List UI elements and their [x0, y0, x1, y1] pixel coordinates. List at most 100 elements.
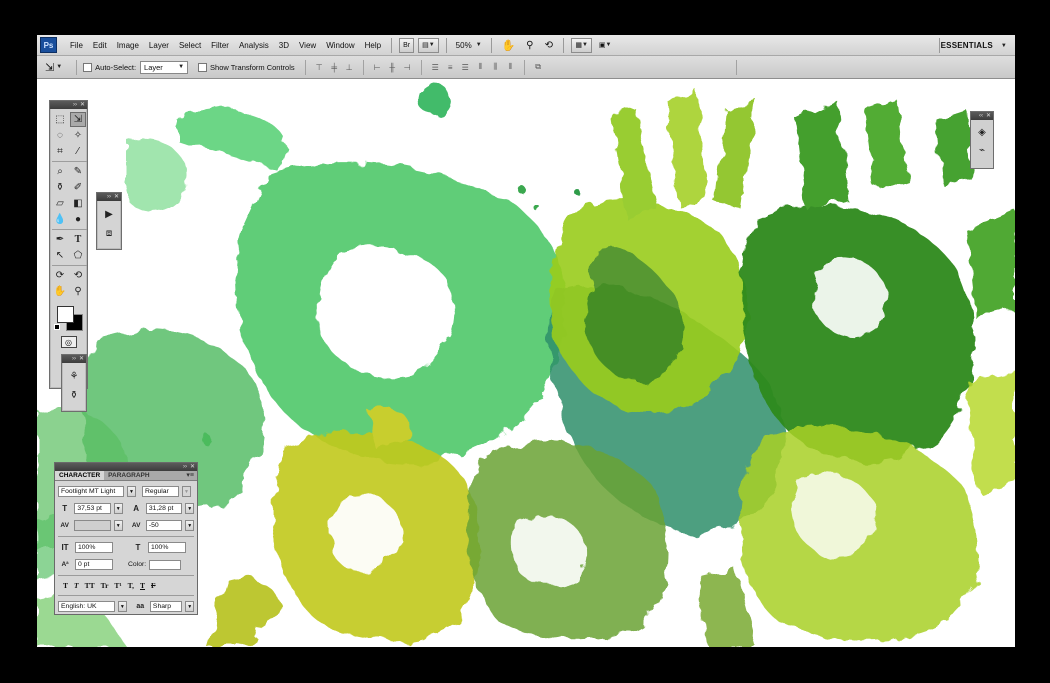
zoom-level-dropdown[interactable]: 50% ▼ — [456, 41, 482, 50]
show-transform-controls-checkbox[interactable] — [198, 62, 208, 72]
hand-tool[interactable]: ✋ — [52, 284, 68, 299]
menu-layer[interactable]: Layer — [144, 41, 174, 50]
align-hcenter-icon[interactable]: ╫ — [387, 62, 398, 73]
close-icon[interactable]: ✕ — [190, 463, 195, 471]
antialias-dropdown[interactable]: ▼ — [185, 601, 194, 612]
language-field[interactable]: English: UK — [58, 601, 116, 612]
quick-mask-button[interactable]: ◎ — [60, 336, 77, 348]
brush-presets-button[interactable]: ⚘ — [66, 369, 82, 384]
baseline-shift-field[interactable]: 0 pt — [75, 559, 113, 570]
auto-align-layers-icon[interactable]: ⧉ — [533, 62, 544, 73]
text-color-swatch[interactable] — [149, 559, 182, 570]
rotate-view-button[interactable]: ⟲ — [541, 38, 556, 53]
align-left-icon[interactable]: ⊢ — [372, 62, 383, 73]
mini-panel-header[interactable]: ›› ✕ — [62, 355, 86, 363]
tab-character[interactable]: CHARACTER — [55, 471, 105, 480]
clone-source-button[interactable]: ⚱ — [66, 388, 82, 403]
small-caps-button[interactable]: Tr — [101, 581, 109, 590]
font-style-field[interactable]: Regular — [142, 486, 179, 497]
panel-menu-icon[interactable]: ▾≡ — [183, 471, 197, 480]
screen-mode-button[interactable]: ▣ ▼ — [596, 38, 615, 53]
align-bottom-icon[interactable]: ⊥ — [344, 62, 355, 73]
healing-brush-tool[interactable]: ⌕ — [52, 164, 68, 179]
eyedropper-tool[interactable]: ⁄ — [70, 144, 86, 159]
subscript-button[interactable]: T, — [128, 581, 134, 590]
collapse-icon[interactable]: ›› — [107, 193, 111, 201]
path-selection-tool[interactable]: ↖ — [52, 248, 68, 263]
auto-select-checkbox[interactable] — [83, 62, 93, 72]
magic-wand-tool[interactable]: ✧ — [70, 128, 86, 143]
underline-button[interactable]: T — [140, 581, 145, 590]
layers-panel-button[interactable]: ◈ — [974, 125, 990, 140]
tool-presets-button[interactable]: ⧈ — [101, 226, 117, 241]
strikethrough-button[interactable]: F — [151, 581, 156, 590]
kerning-field[interactable] — [74, 520, 111, 531]
horizontal-scale-field[interactable]: 100% — [148, 542, 186, 553]
distribute-hcenter-icon[interactable]: ⫼ — [490, 62, 501, 73]
font-family-dropdown[interactable]: ▼ — [127, 486, 136, 497]
auto-select-dropdown[interactable]: Layer ▼ — [140, 60, 189, 74]
actions-panel-button[interactable]: ▶ — [101, 207, 117, 222]
font-style-dropdown[interactable]: ▼ — [182, 486, 191, 497]
gradient-tool[interactable]: ◧ — [70, 196, 86, 211]
collapse-icon[interactable]: ›› — [183, 463, 187, 471]
menu-file[interactable]: File — [65, 41, 88, 50]
menu-edit[interactable]: Edit — [88, 41, 112, 50]
hand-tool-button[interactable]: ✋ — [499, 38, 519, 53]
collapse-icon[interactable]: ‹‹ — [979, 112, 983, 120]
distribute-top-icon[interactable]: ☰ — [430, 62, 441, 73]
mini-bridge-button[interactable]: ▤ ▼ — [418, 37, 439, 53]
type-tool[interactable]: T — [70, 232, 86, 247]
workspace-switcher[interactable]: ESSENTIALS ▼ — [941, 35, 1007, 56]
menu-image[interactable]: Image — [112, 41, 144, 50]
3d-rotate-tool[interactable]: ⟳ — [52, 268, 68, 283]
font-size-field[interactable]: 37,53 pt — [74, 503, 111, 514]
collapse-icon[interactable]: ›› — [72, 355, 76, 363]
menu-window[interactable]: Window — [321, 41, 359, 50]
collapse-icon[interactable]: ›› — [73, 101, 77, 109]
clone-stamp-tool[interactable]: ⚱ — [52, 180, 68, 195]
vertical-scale-field[interactable]: 100% — [75, 542, 113, 553]
dodge-tool[interactable]: ● — [70, 212, 86, 227]
menu-view[interactable]: View — [294, 41, 321, 50]
marquee-tool[interactable]: ⬚ — [52, 112, 68, 127]
distribute-bottom-icon[interactable]: ☰ — [460, 62, 471, 73]
move-tool[interactable]: ⇲ — [70, 112, 86, 127]
menu-filter[interactable]: Filter — [206, 41, 234, 50]
distribute-vcenter-icon[interactable]: ≡ — [445, 62, 456, 73]
tracking-dropdown[interactable]: ▼ — [185, 520, 194, 531]
tab-paragraph[interactable]: PARAGRAPH — [104, 471, 153, 480]
eraser-tool[interactable]: ▱ — [52, 196, 68, 211]
paths-panel-button[interactable]: ⌁ — [974, 143, 990, 158]
lasso-tool[interactable]: ◌ — [52, 128, 68, 143]
tracking-field[interactable]: -50 — [145, 520, 183, 531]
font-family-field[interactable]: Footlight MT Light — [58, 486, 124, 497]
faux-italic-button[interactable]: T — [74, 581, 79, 590]
character-panel-header[interactable]: ›› ✕ — [55, 463, 197, 471]
mini-panel-header[interactable]: ›› ✕ — [97, 193, 121, 201]
menu-help[interactable]: Help — [360, 41, 386, 50]
leading-dropdown[interactable]: ▼ — [185, 503, 194, 514]
tools-panel-header[interactable]: ›› ✕ — [50, 101, 87, 109]
close-icon[interactable]: ✕ — [80, 101, 85, 109]
3d-orbit-tool[interactable]: ⟲ — [70, 268, 86, 283]
arrange-documents-button[interactable]: ▦ ▼ — [571, 37, 592, 53]
align-vcenter-icon[interactable]: ╪ — [329, 62, 340, 73]
align-top-icon[interactable]: ⊤ — [314, 62, 325, 73]
language-dropdown[interactable]: ▼ — [118, 601, 127, 612]
faux-bold-button[interactable]: T — [63, 581, 68, 590]
distribute-right-icon[interactable]: ⫴ — [505, 62, 516, 73]
foreground-color-swatch[interactable] — [57, 306, 74, 323]
blur-tool[interactable]: 💧 — [52, 212, 68, 227]
layers-dock-header[interactable]: ‹‹ ✕ — [971, 112, 993, 120]
zoom-tool-button[interactable]: ⚲ — [522, 38, 537, 53]
kerning-dropdown[interactable]: ▼ — [113, 520, 123, 531]
font-size-dropdown[interactable]: ▼ — [113, 503, 123, 514]
close-icon[interactable]: ✕ — [986, 112, 991, 120]
crop-tool[interactable]: ⌗ — [52, 144, 68, 159]
superscript-button[interactable]: T¹ — [114, 581, 121, 590]
all-caps-button[interactable]: TT — [85, 581, 95, 590]
close-icon[interactable]: ✕ — [114, 193, 119, 201]
close-icon[interactable]: ✕ — [79, 355, 84, 363]
shape-tool[interactable]: ⬠ — [70, 248, 86, 263]
